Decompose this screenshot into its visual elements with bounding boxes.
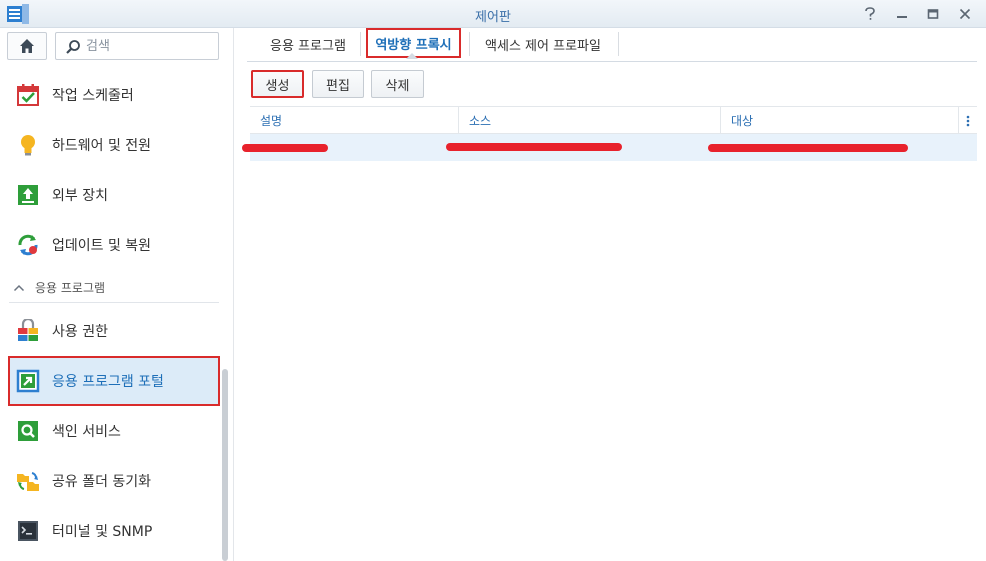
sidebar-item-terminal-snmp[interactable]: 터미널 및 SNMP	[9, 507, 219, 555]
chevron-up-icon	[13, 284, 25, 291]
sidebar-item-label: 외부 장치	[52, 188, 108, 204]
section-header-applications[interactable]: 응용 프로그램	[9, 273, 219, 303]
tab-access-control-profile[interactable]: 액세스 제어 프로파일	[475, 28, 611, 61]
sidebar-item-application-portal[interactable]: 응용 프로그램 포털	[8, 356, 220, 406]
sidebar-item-external-devices[interactable]: 외부 장치	[9, 171, 219, 219]
sidebar: 작업 스케줄러 하드웨어 및 전원 외부 장치 업데이트 및 복원 응용 프로그…	[0, 28, 234, 561]
close-button[interactable]	[954, 4, 976, 24]
terminal-icon	[18, 521, 38, 541]
sidebar-item-label: 색인 서비스	[52, 424, 121, 440]
sidebar-item-label: 작업 스케줄러	[52, 88, 134, 104]
reverse-proxy-grid: 설명 소스 대상	[242, 106, 977, 161]
maximize-icon	[927, 9, 939, 19]
sidebar-scrollbar[interactable]	[222, 369, 228, 561]
search-input[interactable]	[86, 37, 211, 55]
tab-label: 액세스 제어 프로파일	[485, 39, 601, 54]
close-icon	[959, 8, 971, 20]
tab-bar: 응용 프로그램 역방향 프록시 액세스 제어 프로파일	[247, 28, 977, 62]
column-header-description[interactable]: 설명	[250, 107, 459, 134]
redacted-source	[446, 143, 622, 151]
column-header-source[interactable]: 소스	[459, 107, 721, 134]
indexing-service-icon	[18, 421, 38, 441]
sidebar-item-privileges[interactable]: 사용 권한	[9, 307, 219, 355]
grid-header: 설명 소스 대상	[250, 106, 977, 134]
sidebar-item-label: 업데이트 및 복원	[52, 238, 152, 254]
sidebar-item-label: 터미널 및 SNMP	[52, 524, 153, 540]
help-icon	[865, 7, 875, 20]
column-header-destination[interactable]: 대상	[721, 107, 959, 134]
shared-folder-sync-icon	[17, 472, 39, 491]
tab-separator	[360, 32, 361, 56]
redacted-description	[242, 144, 328, 152]
vertical-dots-icon	[966, 115, 970, 126]
sidebar-item-label: 하드웨어 및 전원	[52, 138, 152, 154]
search-box[interactable]	[55, 32, 219, 60]
sidebar-item-label: 응용 프로그램 포털	[52, 374, 164, 390]
tab-label: 응용 프로그램	[270, 39, 346, 54]
section-label: 응용 프로그램	[35, 281, 106, 295]
application-portal-icon	[16, 369, 40, 393]
window-title: 제어판	[475, 10, 511, 25]
redacted-destination	[708, 144, 908, 152]
table-row[interactable]	[242, 134, 977, 161]
sidebar-item-update-restore[interactable]: 업데이트 및 복원	[9, 221, 219, 269]
sidebar-item-indexing-service[interactable]: 색인 서비스	[9, 407, 219, 455]
minimize-icon	[897, 16, 907, 18]
privileges-icon	[18, 319, 38, 341]
delete-button[interactable]: 삭제	[371, 70, 424, 98]
title-bar: 제어판	[0, 0, 986, 28]
help-button[interactable]	[859, 4, 881, 24]
update-restore-icon	[18, 234, 38, 256]
task-scheduler-icon	[17, 84, 39, 106]
maximize-button[interactable]	[922, 4, 944, 24]
home-icon	[20, 39, 34, 53]
external-device-icon	[18, 185, 38, 205]
create-button[interactable]: 생성	[251, 70, 304, 98]
sidebar-item-hardware-power[interactable]: 하드웨어 및 전원	[9, 121, 219, 169]
home-button[interactable]	[7, 32, 47, 60]
active-tab-indicator	[406, 53, 418, 59]
edit-button[interactable]: 편집	[312, 70, 364, 98]
tab-label: 역방향 프록시	[375, 37, 452, 53]
sidebar-item-label: 공유 폴더 동기화	[52, 474, 152, 490]
tab-separator	[469, 32, 470, 56]
lightbulb-icon	[21, 135, 35, 156]
column-menu-button[interactable]	[959, 107, 977, 134]
search-icon	[66, 40, 80, 54]
sidebar-item-task-scheduler[interactable]: 작업 스케줄러	[9, 71, 219, 119]
sidebar-item-shared-folder-sync[interactable]: 공유 폴더 동기화	[9, 457, 219, 505]
minimize-button[interactable]	[891, 4, 913, 24]
tab-applications[interactable]: 응용 프로그램	[255, 28, 361, 61]
tab-separator	[618, 32, 619, 56]
sidebar-item-label: 사용 권한	[52, 324, 108, 340]
